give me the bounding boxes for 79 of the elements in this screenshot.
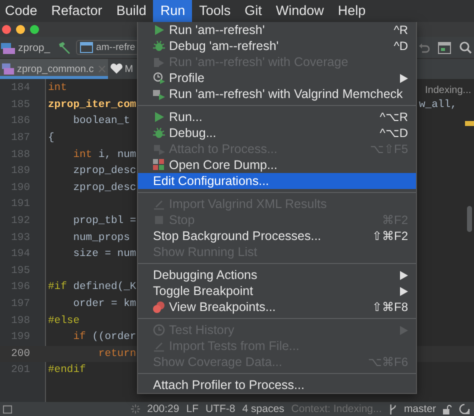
- undo-icon[interactable]: [418, 42, 430, 54]
- warning-marker: [465, 121, 474, 126]
- menu-bar-item[interactable]: Build: [109, 0, 154, 22]
- cursor-position[interactable]: 200:29: [147, 403, 180, 415]
- run-icon: [153, 111, 165, 123]
- code-line: #endif: [48, 364, 86, 376]
- spinner-icon: [131, 404, 140, 414]
- code-line: return: [97, 348, 136, 360]
- code-fragment: w_all,: [419, 98, 457, 111]
- memcheck-icon: [153, 88, 165, 100]
- menu-item[interactable]: Open Core Dump...: [138, 157, 416, 173]
- file-icon: [2, 63, 15, 75]
- menu-item[interactable]: Attach Profiler to Process...: [138, 377, 416, 393]
- code-line: boolean_t: [72, 115, 131, 128]
- menu-item[interactable]: View Breakpoints... ⇧⌘F8: [138, 299, 416, 315]
- close-window-button[interactable]: [2, 25, 11, 34]
- grid-icon: [153, 159, 165, 171]
- code-line: int i, num: [72, 148, 136, 161]
- menu-bar-item[interactable]: Window: [268, 0, 331, 22]
- project-name[interactable]: zprop_: [18, 42, 50, 54]
- submenu-arrow-icon: [400, 326, 408, 334]
- menu-item[interactable]: Debugging Actions: [138, 267, 416, 283]
- indent-setting[interactable]: 4 spaces: [242, 403, 284, 415]
- code-line: order = km: [72, 298, 136, 310]
- search-icon[interactable]: [459, 41, 472, 54]
- menu-item[interactable]: Toggle Breakpoint: [138, 283, 416, 299]
- editor-tab[interactable]: M: [108, 59, 136, 79]
- menu-item[interactable]: Debug 'am--refresh' ^D: [138, 38, 416, 54]
- code-line: prop_tbl =: [72, 215, 136, 228]
- git-branch[interactable]: master: [404, 403, 436, 415]
- menu-item[interactable]: Run 'am--refresh' with Valgrind Memcheck: [138, 86, 416, 102]
- file-encoding[interactable]: UTF-8: [206, 403, 236, 415]
- code-line: size = num: [72, 248, 136, 260]
- notification-icon[interactable]: [459, 403, 470, 415]
- panel-icon[interactable]: [3, 404, 12, 414]
- breakpoints-icon: [153, 301, 165, 313]
- menu-item[interactable]: Run... ^⌥R: [138, 109, 416, 125]
- code-line: zprop_desc: [72, 182, 136, 194]
- scrollbar-thumb[interactable]: [467, 206, 472, 232]
- clock-icon: [153, 72, 165, 84]
- heart-icon: [110, 63, 123, 75]
- menu-bar-item[interactable]: Refactor: [44, 0, 110, 22]
- menu-item[interactable]: Run 'am--refresh' ^R: [138, 22, 416, 38]
- menu-item[interactable]: Debug... ^⌥D: [138, 125, 416, 141]
- code-line: zprop_iter_com: [48, 98, 136, 111]
- menu-bar-item[interactable]: Help: [330, 0, 373, 22]
- editor-tab[interactable]: zprop_common.c: [0, 59, 108, 79]
- menu-bar-item[interactable]: Tools: [192, 0, 238, 22]
- code-line: {: [48, 132, 54, 144]
- minimize-window-button[interactable]: [16, 25, 25, 34]
- hammer-icon[interactable]: [57, 40, 72, 54]
- code-line: #if defined(_K: [48, 281, 136, 294]
- coverage-icon: [153, 56, 165, 68]
- terminal-icon[interactable]: [438, 42, 451, 54]
- submenu-arrow-icon: [400, 74, 408, 82]
- menu-bar-item[interactable]: Code: [0, 0, 44, 22]
- bug-icon: [153, 127, 165, 139]
- import-icon: [153, 340, 165, 352]
- menu-item[interactable]: Edit Configurations...: [138, 173, 416, 189]
- menu-item[interactable]: Profile: [138, 70, 416, 86]
- menu-item[interactable]: Stop Background Processes... ⇧⌘F2: [138, 228, 416, 244]
- branch-icon: [388, 404, 397, 414]
- line-separator[interactable]: LF: [186, 403, 199, 415]
- code-line: num_props: [72, 232, 131, 244]
- indexing-label: Indexing...: [425, 85, 472, 96]
- code-line: zprop_desc: [72, 165, 136, 178]
- window-icon: [80, 42, 94, 53]
- code-line: int: [48, 82, 67, 94]
- zoom-window-button[interactable]: [30, 25, 39, 34]
- import-icon: [153, 198, 165, 210]
- code-line: if ((order: [72, 331, 136, 344]
- line-number: 200: [10, 348, 31, 360]
- menu-bar-item[interactable]: Run: [153, 0, 192, 22]
- clock-icon: [153, 324, 165, 336]
- code-line: #else: [48, 314, 80, 327]
- unlock-icon[interactable]: [443, 404, 452, 414]
- menu-bar-item[interactable]: Git: [238, 0, 269, 22]
- bug-icon: [153, 40, 165, 52]
- folder-icon: [1, 42, 15, 54]
